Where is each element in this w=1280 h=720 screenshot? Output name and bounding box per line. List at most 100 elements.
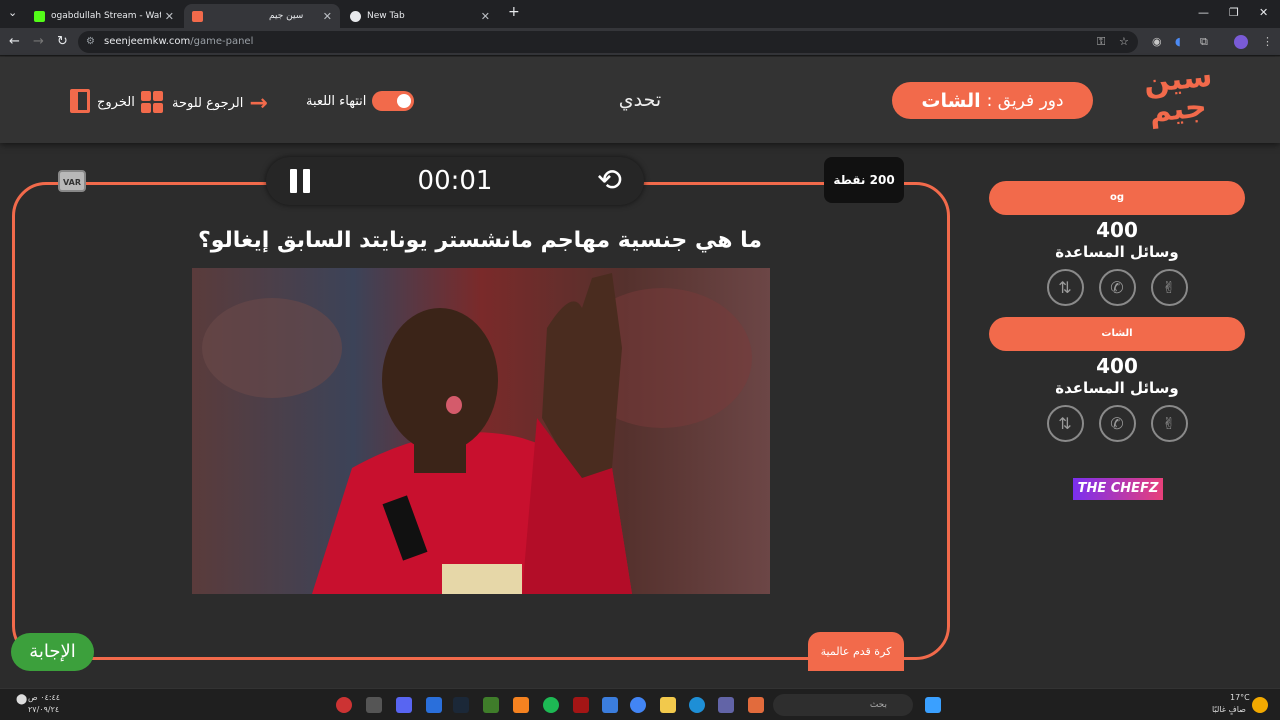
spotify-icon[interactable] <box>543 697 559 713</box>
url-domain: seenjeemkw.com <box>104 36 191 47</box>
minimize-icon[interactable]: — <box>1198 6 1209 19</box>
app-icon[interactable] <box>513 697 529 713</box>
seenjeem-logo: سين جيم <box>1140 59 1216 135</box>
category-badge: كرة قدم عالمية <box>808 632 904 671</box>
tab-label: New Tab <box>367 11 405 21</box>
exit-label: الخروج <box>97 94 135 110</box>
team-card-og: og 400 وسائل المساعدة ⇅ ✆ ✌ <box>989 181 1245 306</box>
teams-icon[interactable] <box>718 697 734 713</box>
windows-taskbar: ⬤ ٠٤:٤٤ ص ٢٧/٠٩/٢٤ بحث 17°C صافٍ غالبًا <box>0 688 1280 720</box>
grid-board-icon <box>140 91 163 113</box>
helps-row: ⇅ ✆ ✌ <box>989 405 1245 442</box>
double-points-icon[interactable]: ✌ <box>1150 269 1188 306</box>
app-icon[interactable] <box>336 697 352 713</box>
call-friend-icon[interactable]: ✆ <box>1098 269 1136 306</box>
app-icon[interactable] <box>366 697 382 713</box>
app-icon[interactable] <box>426 697 442 713</box>
team-name: og <box>989 181 1245 215</box>
turn-team-name: الشات <box>921 89 981 112</box>
reset-timer-icon[interactable]: ⟲ <box>597 163 622 199</box>
new-tab-icon[interactable]: + <box>508 4 520 20</box>
kick-favicon-icon <box>34 10 45 22</box>
app-icon[interactable] <box>573 697 589 713</box>
weather-icon[interactable] <box>1252 697 1268 713</box>
profile-avatar[interactable] <box>1234 35 1248 49</box>
discord-icon[interactable] <box>396 697 412 713</box>
tab-label: سين جيم <box>269 11 304 21</box>
steam-icon[interactable] <box>453 697 469 713</box>
sponsor-logo: THE CHEFZ <box>1073 478 1163 500</box>
seenjeem-favicon-icon <box>192 10 203 22</box>
swap-question-icon[interactable]: ⇅ <box>1046 269 1084 306</box>
store-icon[interactable] <box>602 697 618 713</box>
chrome-favicon-icon <box>350 10 361 22</box>
game-header: سين جيم دور فريق : الشات تحدي انتهاء الل… <box>0 57 1280 143</box>
close-icon[interactable]: ✕ <box>481 10 490 23</box>
window-close-icon[interactable]: ✕ <box>1259 6 1268 19</box>
tab-seenjeem[interactable]: سين جيم ✕ <box>184 4 340 28</box>
double-points-icon[interactable]: ✌ <box>1150 405 1188 442</box>
widgets-icon[interactable]: ⬤ <box>16 694 27 705</box>
team-score: 400 <box>1096 218 1138 242</box>
tab-new-tab[interactable]: New Tab ✕ <box>342 4 498 28</box>
forward-icon[interactable]: → <box>33 34 44 49</box>
address-bar[interactable]: ⚙ seenjeemkw.com/game-panel <box>78 31 1138 53</box>
end-game-button[interactable]: انتهاء اللعبة <box>306 91 415 111</box>
back-to-board-label: الرجوع للوحة <box>172 96 244 111</box>
var-badge-icon[interactable]: VAR <box>58 170 86 192</box>
exit-button[interactable]: الخروج <box>97 91 163 113</box>
team-turn-indicator: دور فريق : الشات <box>892 82 1093 119</box>
team-name: الشات <box>989 317 1245 351</box>
taskbar-time: ٠٤:٤٤ ص <box>28 693 61 702</box>
app-icon[interactable] <box>483 697 499 713</box>
question-image <box>192 268 770 594</box>
site-info-icon[interactable]: ⚙ <box>86 31 95 53</box>
taskbar-date: ٢٧/٠٩/٢٤ <box>28 705 60 714</box>
chrome-icon[interactable] <box>630 697 646 713</box>
tab-label: ogabdullah Stream - Watch Live <box>51 11 161 21</box>
helps-label: وسائل المساعدة <box>1055 379 1179 397</box>
turn-prefix: دور فريق : <box>986 90 1064 111</box>
player-photo-illustration <box>202 273 752 594</box>
file-explorer-icon[interactable] <box>660 697 676 713</box>
team-score: 400 <box>1096 354 1138 378</box>
points-badge: 200 نقطة <box>824 157 904 203</box>
helps-row: ⇅ ✆ ✌ <box>989 269 1245 306</box>
browser-toolbar: ← → ↻ ⚙ seenjeemkw.com/game-panel ⚿ ☆ ◉ … <box>0 28 1280 56</box>
question-text: ما هي جنسية مهاجم مانشستر يونايتد السابق… <box>197 228 762 253</box>
windows-start-icon[interactable] <box>925 697 941 713</box>
arrow-right-icon: → <box>249 91 268 116</box>
swap-question-icon[interactable]: ⇅ <box>1046 405 1084 442</box>
edge-icon[interactable] <box>689 697 705 713</box>
exit-door-icon[interactable] <box>70 89 90 113</box>
extension-audio-icon[interactable]: ◖ <box>1175 35 1181 48</box>
back-icon[interactable]: ← <box>9 34 20 49</box>
menu-dots-icon[interactable]: ⋮ <box>1262 35 1273 48</box>
taskbar-search[interactable]: بحث <box>773 694 913 716</box>
back-to-board-button[interactable]: الرجوع للوحة → <box>172 91 268 116</box>
logo-line-2: جيم <box>1147 89 1209 130</box>
timer-bar: 00:01 ⟲ <box>266 157 644 205</box>
url-path: /game-panel <box>190 36 254 47</box>
end-game-toggle[interactable] <box>372 91 415 111</box>
key-icon[interactable]: ⚿ <box>1097 35 1105 49</box>
end-game-label: انتهاء اللعبة <box>306 93 367 109</box>
call-friend-icon[interactable]: ✆ <box>1098 405 1136 442</box>
reload-icon[interactable]: ↻ <box>57 34 68 49</box>
maximize-icon[interactable]: ❐ <box>1229 6 1239 19</box>
tab-search-icon[interactable]: ⌄ <box>8 6 17 19</box>
timer-display: 00:01 <box>417 166 493 196</box>
team-card-chat: الشات 400 وسائل المساعدة ⇅ ✆ ✌ <box>989 317 1245 442</box>
close-icon[interactable]: ✕ <box>165 10 174 23</box>
close-icon[interactable]: ✕ <box>323 10 332 23</box>
extension-glasses-icon[interactable]: ◉ <box>1152 35 1162 48</box>
weather-desc: صافٍ غالبًا <box>1212 705 1246 714</box>
helps-label: وسائل المساعدة <box>1055 243 1179 261</box>
show-answer-button[interactable]: الإجابة <box>11 633 94 671</box>
browser-tab-bar: ⌄ ogabdullah Stream - Watch Live ✕ سين ج… <box>0 0 1280 28</box>
bookmark-star-icon[interactable]: ☆ <box>1119 35 1129 48</box>
weather-temp: 17°C <box>1230 693 1250 702</box>
copilot-icon[interactable] <box>748 697 764 713</box>
tab-stream[interactable]: ogabdullah Stream - Watch Live ✕ <box>26 4 182 28</box>
extensions-puzzle-icon[interactable]: ⧉ <box>1200 35 1208 49</box>
